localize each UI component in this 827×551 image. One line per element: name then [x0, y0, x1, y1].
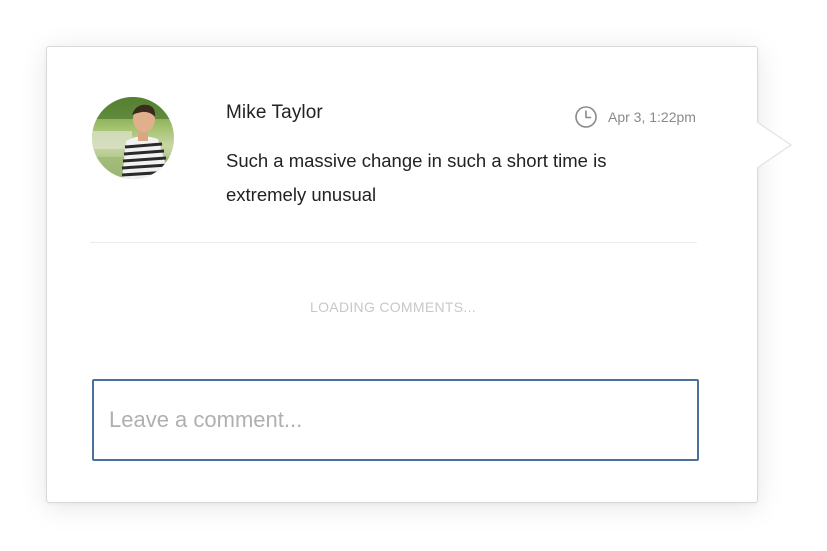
- leave-comment-input[interactable]: [92, 379, 699, 461]
- comment-panel-stage: Mike Taylor Apr 3, 1:22pm Such a massive…: [0, 0, 827, 551]
- divider: [90, 242, 697, 243]
- comment-author[interactable]: Mike Taylor: [226, 102, 323, 124]
- comment-card: Mike Taylor Apr 3, 1:22pm Such a massive…: [46, 46, 758, 503]
- loading-comments-status: LOADING COMMENTS...: [310, 299, 476, 315]
- clock-icon: [574, 105, 598, 129]
- avatar-photo-icon: [92, 97, 174, 179]
- comment-time: Apr 3, 1:22pm: [574, 105, 696, 129]
- comment-timestamp: Apr 3, 1:22pm: [608, 109, 696, 125]
- comment-body: Such a massive change in such a short ti…: [226, 150, 607, 205]
- avatar[interactable]: [92, 97, 174, 179]
